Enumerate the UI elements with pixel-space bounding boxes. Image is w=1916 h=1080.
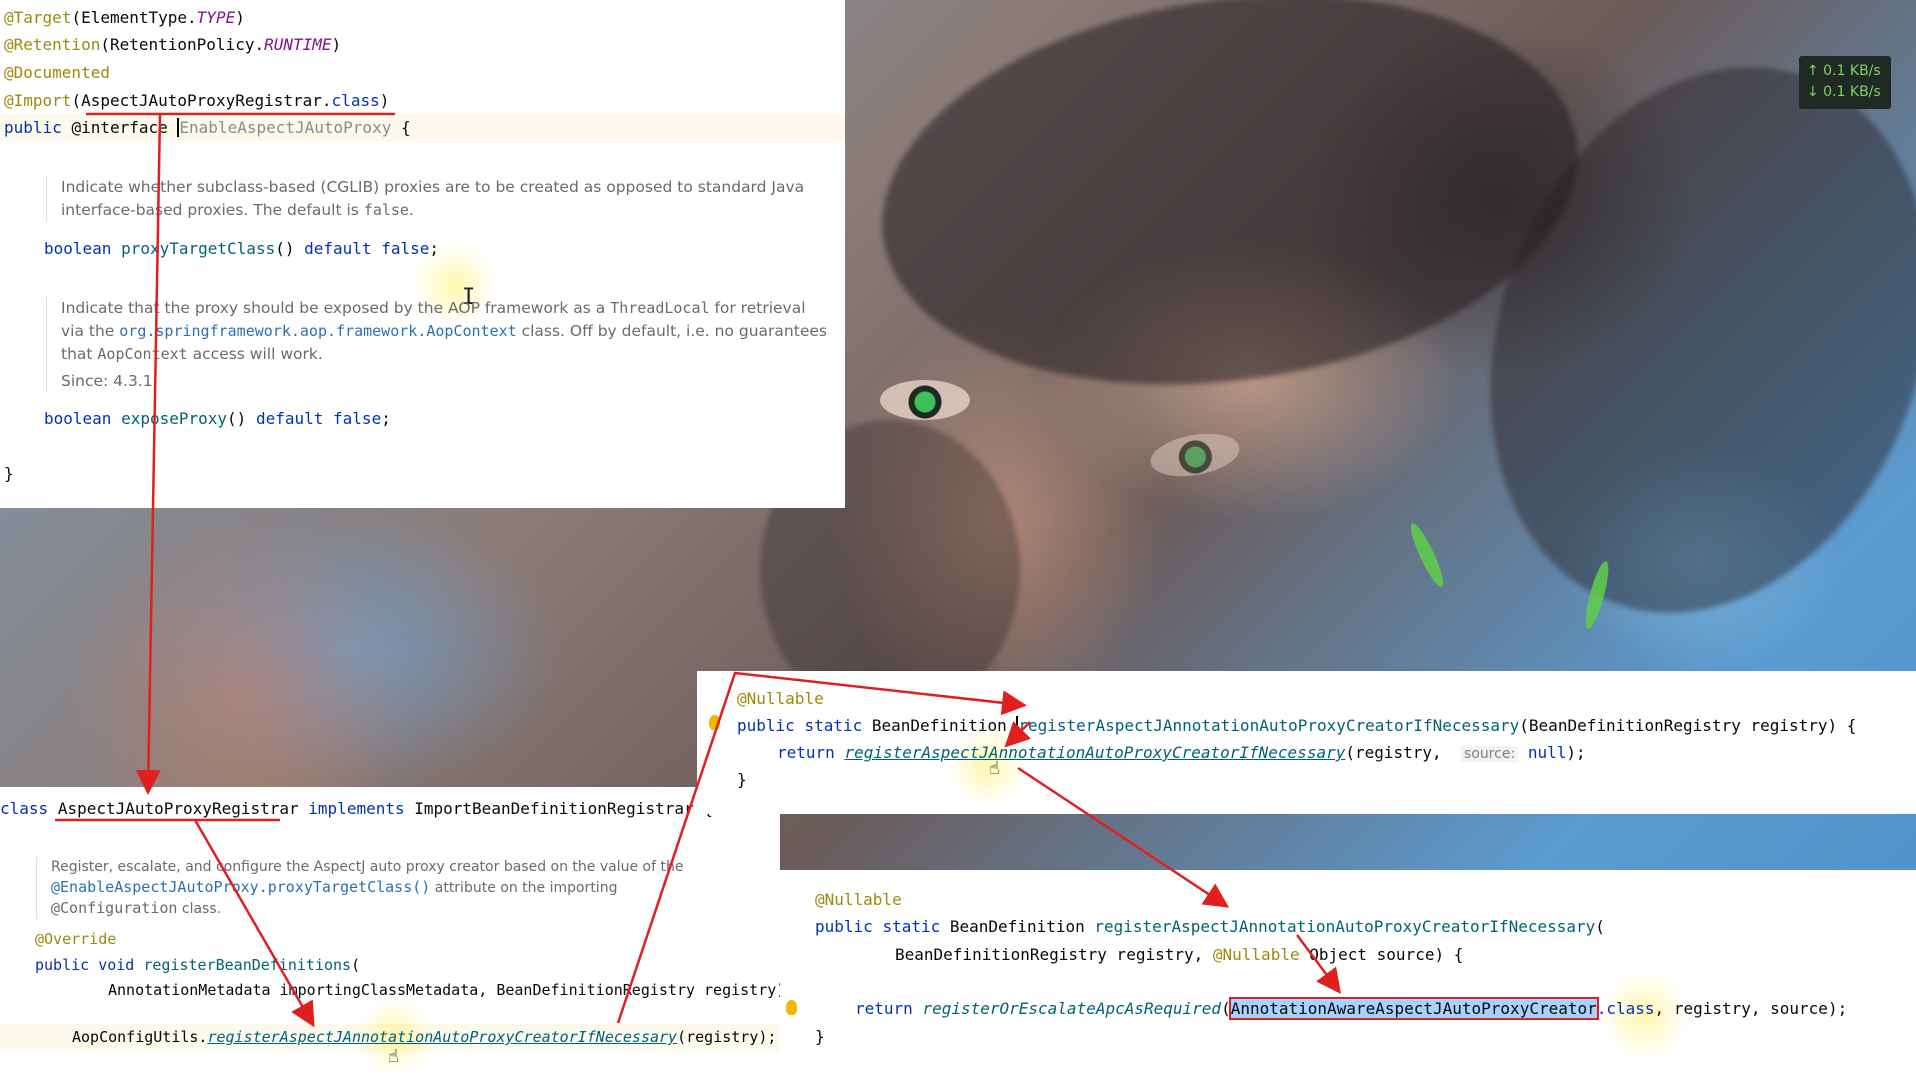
selected-creator-class[interactable]: AnnotationAwareAspectJAutoProxyCreator xyxy=(1228,997,1599,1020)
upload-speed: ↑ 0.1 KB/s xyxy=(1807,63,1881,79)
doc-comment-expose-proxy: Indicate that the proxy should be expose… xyxy=(46,297,831,393)
code-line-method-decl: public static BeanDefinition registerAsp… xyxy=(815,917,1605,936)
doc-comment-registrar: Register, escalate, and configure the As… xyxy=(36,857,701,919)
register-if-necessary-call[interactable]: registerAspectJAnnotationAutoProxyCreato… xyxy=(844,743,1345,762)
code-panel-registrar: class AspectJAutoProxyRegistrar implemen… xyxy=(0,787,785,1080)
register-if-necessary-method[interactable]: registerAspectJAnnotationAutoProxyCreato… xyxy=(1094,917,1595,936)
code-line-return: return registerAspectJAnnotationAutoProx… xyxy=(777,743,1586,762)
code-line-import: @Import(AspectJAutoProxyRegistrar.class) xyxy=(4,91,390,110)
closing-brace: } xyxy=(737,770,747,789)
code-line-target: @Target(ElementType.TYPE) xyxy=(4,8,245,27)
network-speed-widget: ↑ 0.1 KB/s ↓ 0.1 KB/s xyxy=(1799,56,1891,109)
code-line-method-decl: public static BeanDefinition registerAsp… xyxy=(737,716,1857,735)
code-panel-aop-utils-2: @Nullable public static BeanDefinition r… xyxy=(780,870,1916,1080)
expose-proxy-method[interactable]: exposeProxy xyxy=(121,409,227,428)
code-line-interface-decl: public @interface EnableAspectJAutoProxy… xyxy=(4,118,411,137)
code-line-nullable: @Nullable xyxy=(737,689,824,708)
code-panel-aop-utils-1: @Nullable public static BeanDefinition r… xyxy=(697,671,1916,814)
enable-aspectj-link[interactable]: @EnableAspectJAutoProxy.proxyTargetClass… xyxy=(51,878,430,896)
lightbulb-icon[interactable] xyxy=(786,1000,797,1015)
download-speed: ↓ 0.1 KB/s xyxy=(1807,84,1881,100)
code-line-return: return registerOrEscalateApcAsRequired(A… xyxy=(855,997,1848,1020)
interface-name[interactable]: EnableAspectJAutoProxy xyxy=(177,118,392,137)
param-hint: source: xyxy=(1460,746,1519,762)
code-line-documented: @Documented xyxy=(4,63,110,82)
code-line-nullable: @Nullable xyxy=(815,890,902,909)
closing-brace: } xyxy=(4,464,14,483)
eye-shape xyxy=(1147,427,1243,483)
lightbulb-icon[interactable] xyxy=(709,715,720,730)
code-line-expose-proxy: boolean exposeProxy() default false; xyxy=(44,409,391,428)
code-line-method-params: AnnotationMetadata importingClassMetadat… xyxy=(108,981,786,999)
code-line-proxy-target-class: boolean proxyTargetClass() default false… xyxy=(44,239,439,258)
closing-brace: } xyxy=(815,1027,825,1046)
code-panel-enable-aspectj: @Target(ElementType.TYPE) @Retention(Ret… xyxy=(0,0,845,508)
code-line-aop-call: AopConfigUtils.registerAspectJAnnotation… xyxy=(72,1028,777,1046)
since-label: Since: 4.3.1 xyxy=(61,372,153,390)
registrar-class-name[interactable]: AspectJAutoProxyRegistrar xyxy=(58,799,299,818)
register-if-necessary-call[interactable]: registerAspectJAnnotationAutoProxyCreato… xyxy=(207,1028,677,1046)
register-if-necessary-method[interactable]: registerAspectJAnnotationAutoProxyCreato… xyxy=(1016,716,1520,735)
eye-shape xyxy=(880,380,970,420)
hand-cursor-icon: ☝ xyxy=(388,1046,399,1067)
hand-cursor-icon: ☝ xyxy=(989,758,1000,779)
code-line-override: @Override xyxy=(35,930,117,948)
aopcontext-link[interactable]: org.springframework.aop.framework.AopCon… xyxy=(119,322,516,340)
registrar-class-ref[interactable]: AspectJAutoProxyRegistrar xyxy=(81,91,322,110)
code-line-method-params: BeanDefinitionRegistry registry, @Nullab… xyxy=(895,945,1464,964)
doc-comment-proxy-target-class: Indicate whether subclass-based (CGLIB) … xyxy=(46,176,831,222)
leaf-shape xyxy=(1405,520,1449,590)
code-line-retention: @Retention(RetentionPolicy.RUNTIME) xyxy=(4,35,342,54)
code-line-method-decl: public void registerBeanDefinitions( xyxy=(35,956,361,974)
proxy-target-class-method[interactable]: proxyTargetClass xyxy=(121,239,275,258)
code-line-class-decl: class AspectJAutoProxyRegistrar implemen… xyxy=(0,799,713,818)
